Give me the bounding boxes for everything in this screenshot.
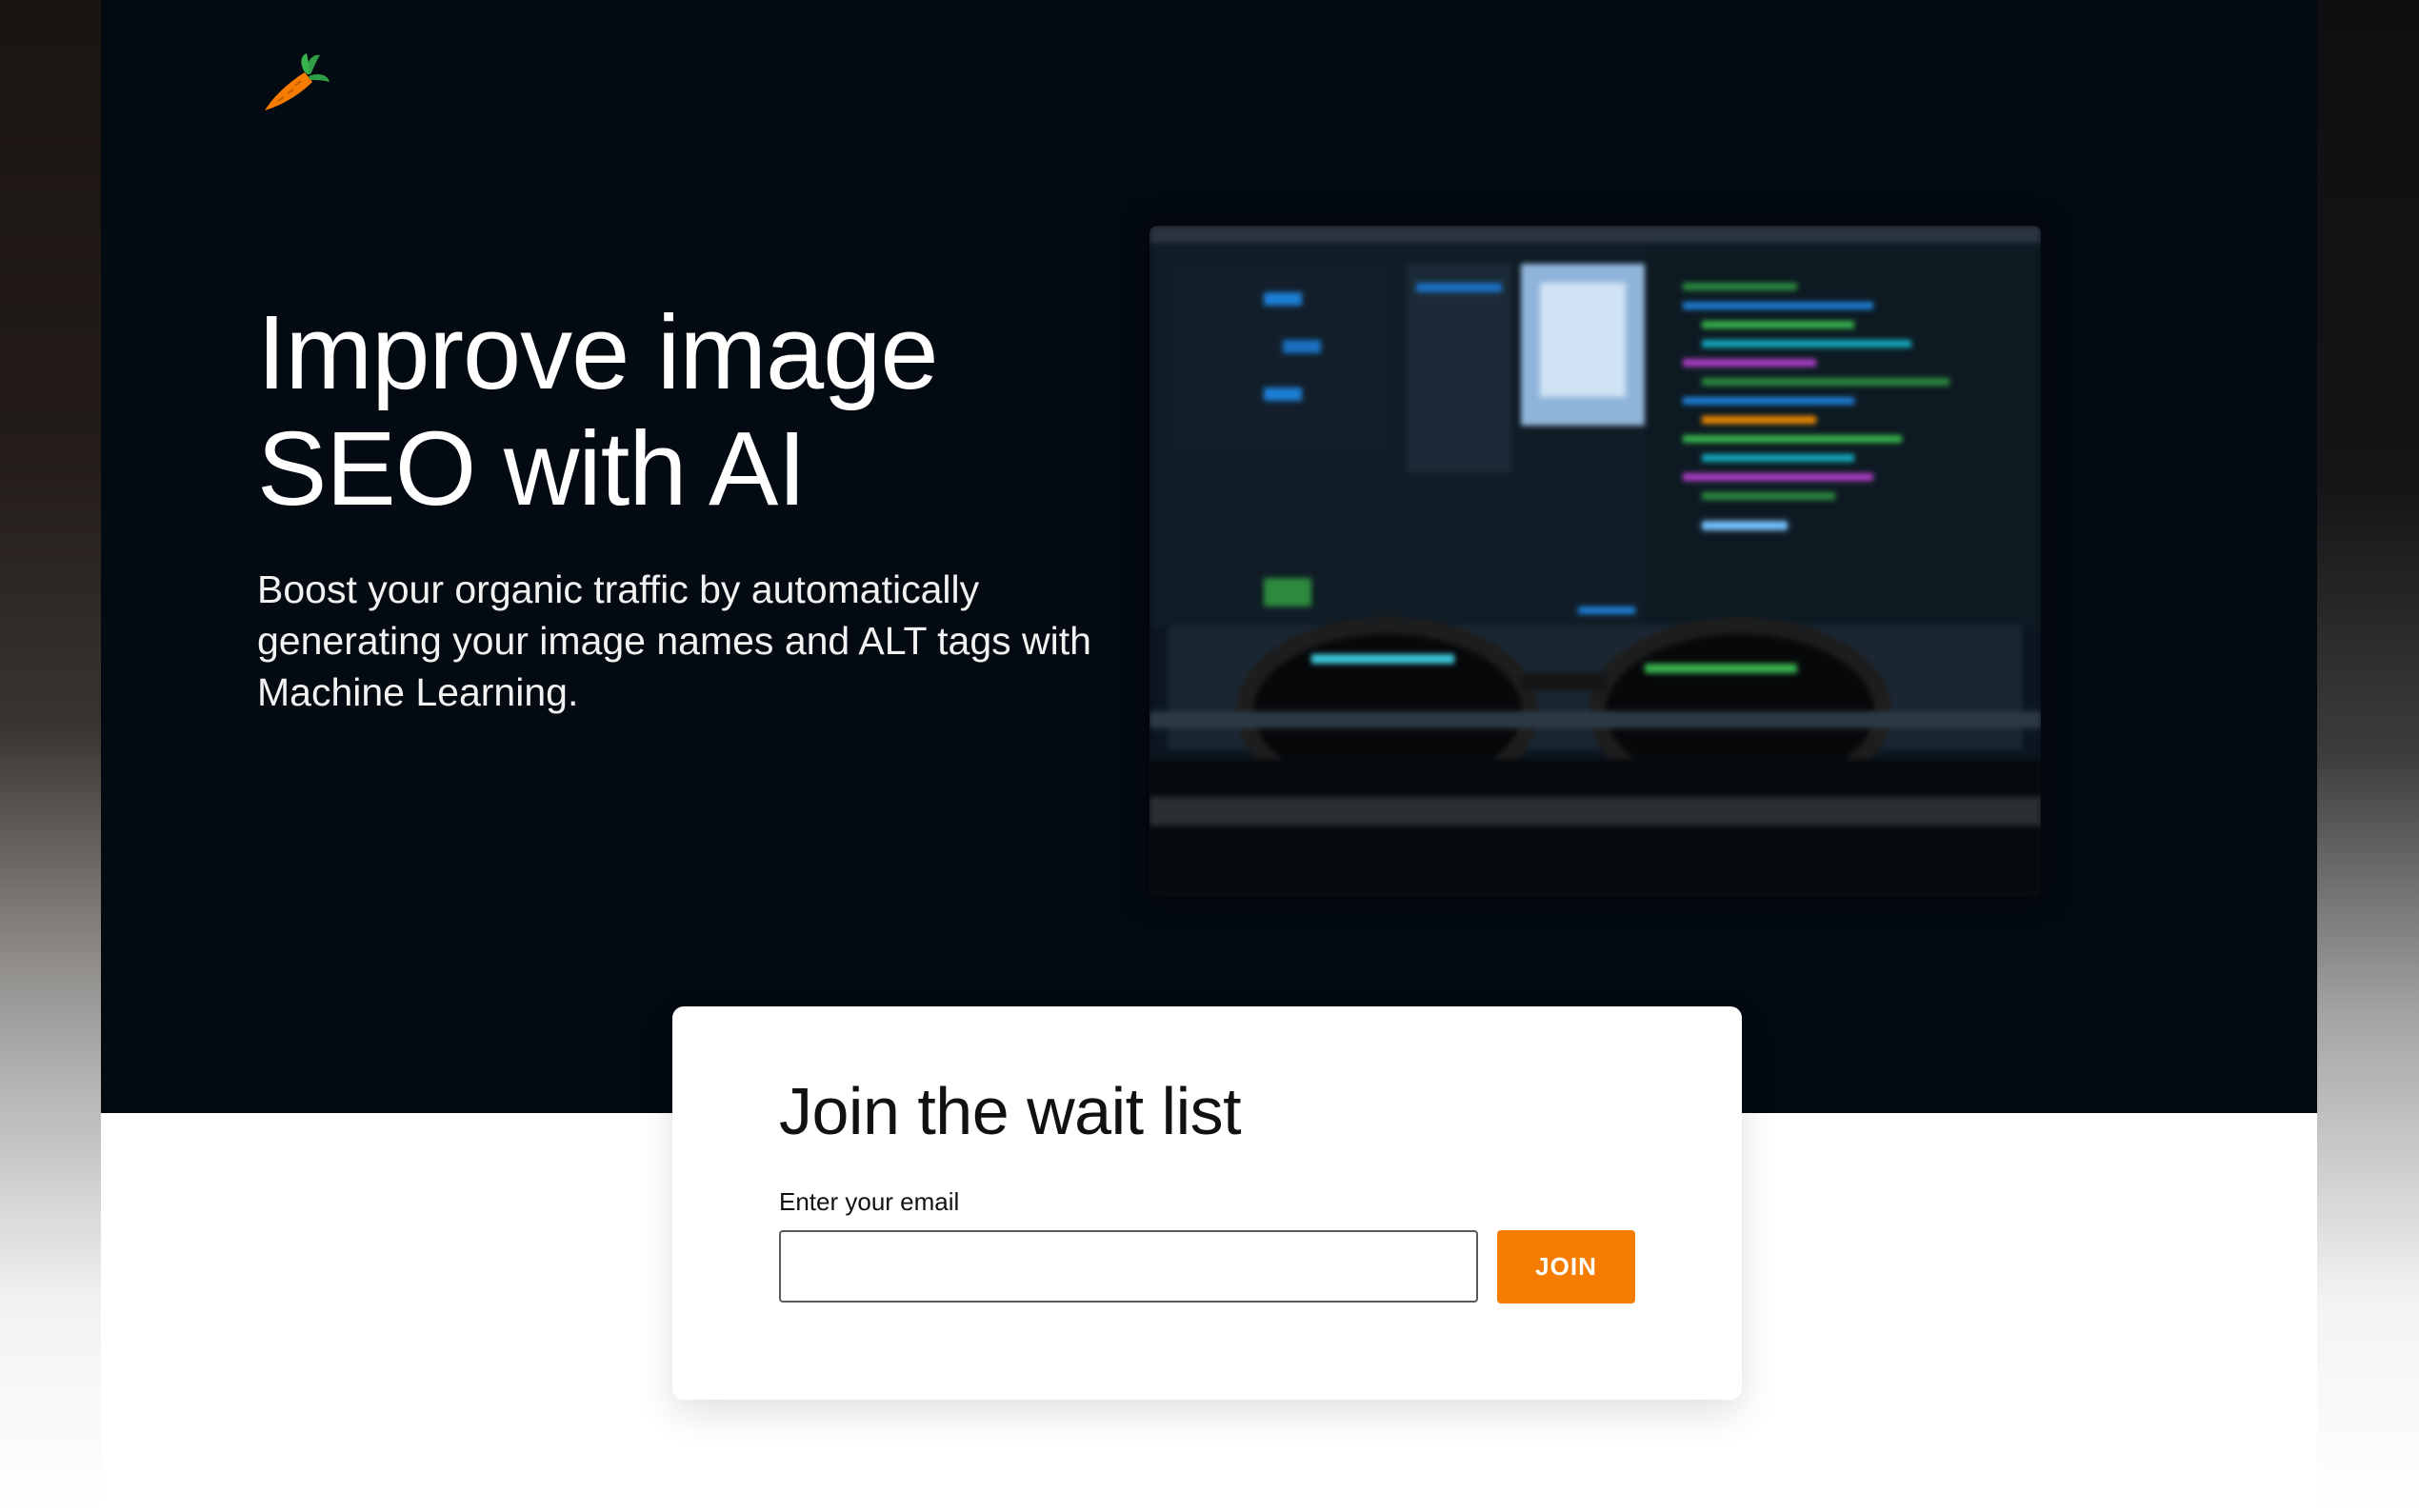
join-button[interactable]: JOIN [1497,1230,1635,1303]
email-input[interactable] [779,1230,1478,1303]
waitlist-title: Join the wait list [779,1074,1242,1148]
right-backdrop-edge [2317,0,2419,1512]
hero-image [1150,226,2041,896]
headline-line-2: SEO with AI [257,410,807,527]
left-backdrop-edge [0,0,101,1512]
hero-subtext: Boost your organic traffic by automatica… [257,567,1091,714]
landing-page: Improve image SEO with AI Boost your org… [101,0,2317,1512]
headline-line-1: Improve image [257,294,939,411]
email-label: Enter your email [779,1187,960,1216]
waitlist-card: Join the wait list Enter your email JOIN [672,1006,1742,1400]
carrot-icon[interactable] [257,46,333,122]
hero-headline: Improve image SEO with AI [257,295,1114,527]
hero-section: Improve image SEO with AI Boost your org… [101,0,2317,1113]
